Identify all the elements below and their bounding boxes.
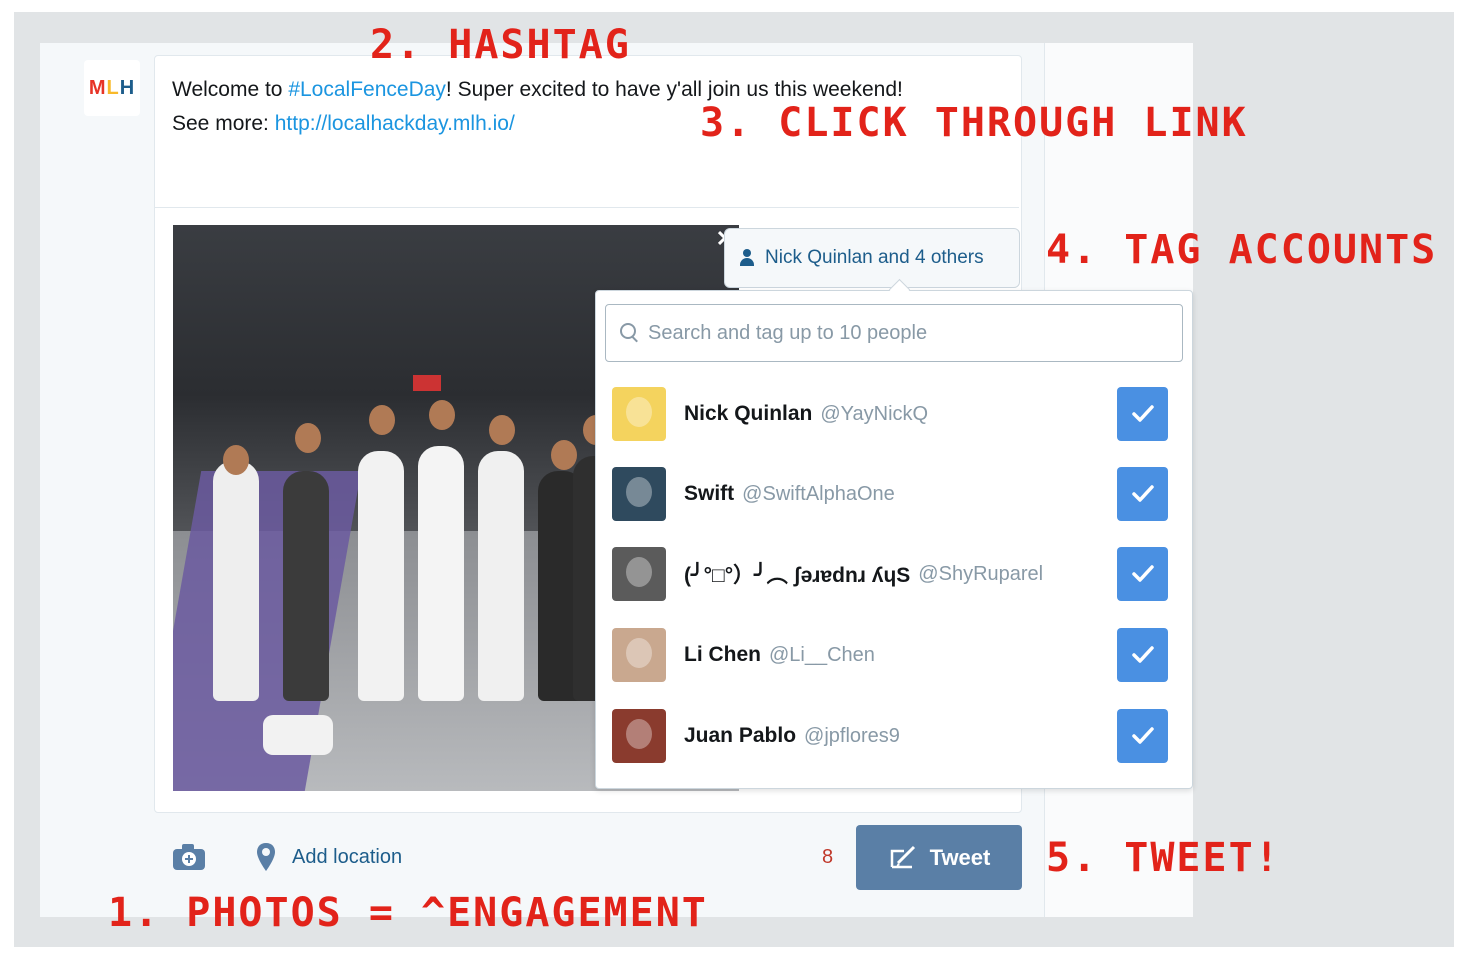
annotation-photos: 1. PHOTOS = ^ENGAGEMENT [108, 890, 708, 936]
user-handle: @SwiftAlphaOne [742, 482, 895, 505]
checkmark-icon [1131, 565, 1154, 582]
tag-user-row[interactable]: Juan Pablo @jpflores9 [612, 708, 1172, 764]
user-name: Swift [684, 482, 735, 505]
tag-checkbox[interactable] [1117, 628, 1168, 682]
location-pin-icon[interactable] [256, 842, 276, 872]
url-link[interactable]: http://localhackday.mlh.io/ [275, 112, 515, 135]
checkmark-icon [1131, 646, 1154, 663]
tag-people-button[interactable]: Nick Quinlan and 4 others [724, 228, 1020, 288]
add-location-link[interactable]: Add location [292, 846, 402, 869]
mlh-logo: MLH [88, 77, 136, 99]
user-avatar [612, 628, 666, 682]
checkmark-icon [1131, 405, 1154, 422]
user-name: Juan Pablo [684, 724, 797, 747]
search-icon [620, 323, 638, 343]
tag-user-row[interactable]: Swift @SwiftAlphaOne [612, 466, 1172, 522]
tag-checkbox[interactable] [1117, 387, 1168, 441]
tweet-text-start: Welcome to [172, 78, 289, 101]
user-avatar [612, 467, 666, 521]
compose-quill-icon [890, 845, 915, 868]
tag-checkbox[interactable] [1117, 467, 1168, 521]
tweet-button[interactable]: Tweet [856, 825, 1022, 890]
user-name: (╯°□°）╯︵ ʃǝɹɐdnɹ ʎɥS [684, 564, 911, 587]
compose-divider [155, 207, 1019, 208]
camera-icon[interactable] [172, 843, 206, 871]
tag-user-row[interactable]: Li Chen @Li__Chen [612, 627, 1172, 683]
tag-user-row[interactable]: (╯°□°）╯︵ ʃǝɹɐdnɹ ʎɥS @ShyRuparel [612, 546, 1172, 602]
checkmark-icon [1131, 485, 1154, 502]
user-avatar [612, 387, 666, 441]
user-handle: @ShyRuparel [918, 562, 1044, 585]
checkmark-icon [1131, 727, 1154, 744]
tag-checkbox[interactable] [1117, 709, 1168, 763]
annotation-hashtag: 2. HASHTAG [370, 22, 631, 68]
tag-button-label: Nick Quinlan and 4 others [765, 247, 984, 268]
user-handle: @Li__Chen [769, 643, 875, 666]
annotation-tag-accounts: 4. TAG ACCOUNTS [1046, 227, 1438, 273]
user-name: Nick Quinlan [684, 402, 813, 425]
tag-search-input[interactable]: Search and tag up to 10 people [605, 304, 1183, 362]
hashtag-link[interactable]: #LocalFenceDay [288, 78, 446, 101]
tag-user-row[interactable]: Nick Quinlan @YayNickQ [612, 386, 1172, 442]
user-name: Li Chen [684, 643, 761, 666]
annotation-click-through-link: 3. CLICK THROUGH LINK [700, 100, 1248, 146]
account-avatar: MLH [84, 60, 140, 116]
character-counter: 8 [822, 846, 834, 868]
user-handle: @jpflores9 [804, 724, 900, 747]
search-placeholder: Search and tag up to 10 people [648, 321, 928, 344]
person-icon [739, 249, 755, 267]
user-avatar [612, 547, 666, 601]
tweet-button-label: Tweet [929, 844, 991, 870]
annotation-tweet: 5. TWEET! [1046, 835, 1281, 881]
user-avatar [612, 709, 666, 763]
user-handle: @YayNickQ [820, 402, 929, 425]
tag-checkbox[interactable] [1117, 547, 1168, 601]
